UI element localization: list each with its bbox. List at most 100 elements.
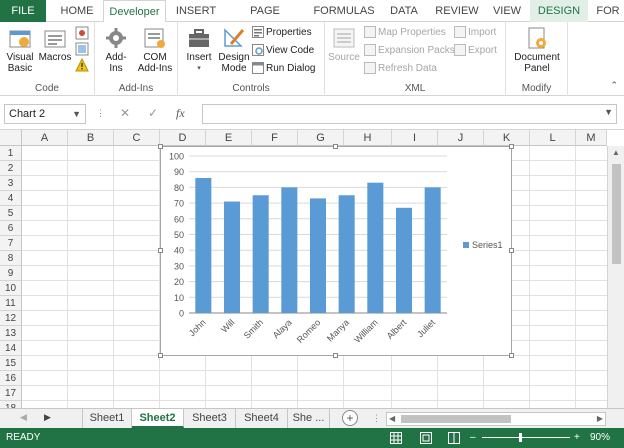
row-header-4[interactable]: 4 [0, 191, 22, 206]
column-header-a[interactable]: A [22, 130, 68, 146]
horizontal-scroll-thumb[interactable] [401, 415, 511, 423]
tab-format[interactable]: FOR [592, 0, 624, 22]
resize-handle[interactable] [158, 144, 163, 149]
enter-button[interactable]: ✓ [148, 106, 158, 120]
export-button[interactable]: Export [454, 44, 497, 58]
row-header-8[interactable]: 8 [0, 251, 22, 266]
row-header-5[interactable]: 5 [0, 206, 22, 221]
column-header-l[interactable]: L [530, 130, 576, 146]
tab-formulas[interactable]: FORMULAS [312, 0, 376, 22]
normal-view-icon[interactable] [390, 432, 402, 444]
visual-basic-button[interactable]: Visual Basic [3, 26, 37, 74]
column-header-j[interactable]: J [438, 130, 484, 146]
record-macro-icon[interactable] [75, 26, 89, 40]
resize-handle[interactable] [509, 248, 514, 253]
tab-view[interactable]: VIEW [488, 0, 526, 22]
tab-design[interactable]: DESIGN [530, 0, 588, 22]
insert-control-button[interactable]: Insert ▾ [181, 26, 217, 74]
formula-input[interactable]: ▼ [202, 104, 617, 124]
refresh-data-button[interactable]: Refresh Data [364, 62, 437, 76]
properties-button[interactable]: Properties [252, 26, 312, 40]
row-header-6[interactable]: 6 [0, 221, 22, 236]
sheet-tab-sheet4[interactable]: Sheet4 [236, 409, 288, 428]
chart-object[interactable]: 0 10 20 30 40 50 60 70 80 90 100 John Will Smith Alaya… [160, 146, 512, 356]
row-header-14[interactable]: 14 [0, 341, 22, 356]
tab-file[interactable]: FILE [0, 0, 46, 22]
zoom-slider[interactable] [482, 437, 570, 438]
expansion-packs-button[interactable]: Expansion Packs [364, 44, 455, 58]
column-header-f[interactable]: F [252, 130, 298, 146]
collapse-ribbon-icon[interactable]: ⌃ [610, 80, 618, 91]
sheet-tab-more[interactable]: She ... [288, 409, 330, 428]
sheet-tab-sheet3[interactable]: Sheet3 [184, 409, 236, 428]
column-header-b[interactable]: B [68, 130, 114, 146]
run-dialog-button[interactable]: Run Dialog [252, 62, 315, 76]
tab-home[interactable]: HOME [56, 0, 98, 22]
tab-page-layout[interactable]: PAGE LAYOUT [228, 0, 302, 39]
tab-insert[interactable]: INSERT [172, 0, 220, 22]
scroll-up-icon[interactable]: ▲ [612, 148, 620, 157]
row-header-15[interactable]: 15 [0, 356, 22, 371]
new-sheet-button[interactable]: + [342, 410, 358, 426]
column-header-d[interactable]: D [160, 130, 206, 146]
import-button[interactable]: Import [454, 26, 496, 40]
macros-button[interactable]: Macros [38, 26, 72, 63]
resize-handle[interactable] [158, 248, 163, 253]
column-header-m[interactable]: M [576, 130, 607, 146]
horizontal-scrollbar[interactable]: ◀ ▶ [386, 412, 606, 426]
row-header-11[interactable]: 11 [0, 296, 22, 311]
vertical-scroll-thumb[interactable] [612, 164, 621, 264]
tab-developer[interactable]: Developer [103, 0, 166, 23]
row-header-2[interactable]: 2 [0, 161, 22, 176]
view-code-button[interactable]: View Code [252, 44, 314, 58]
page-layout-view-icon[interactable] [420, 432, 432, 444]
map-properties-button[interactable]: Map Properties [364, 26, 446, 40]
resize-handle[interactable] [509, 353, 514, 358]
row-header-3[interactable]: 3 [0, 176, 22, 191]
row-header-7[interactable]: 7 [0, 236, 22, 251]
next-sheet-icon[interactable]: ▶ [44, 412, 51, 423]
resize-handle[interactable] [333, 353, 338, 358]
sheet-tab-sheet1[interactable]: Sheet1 [82, 409, 132, 428]
row-header-10[interactable]: 10 [0, 281, 22, 296]
row-header-1[interactable]: 1 [0, 146, 22, 161]
name-box[interactable]: Chart 2 ▼ [4, 104, 86, 124]
scroll-right-icon[interactable]: ▶ [597, 414, 603, 423]
source-button[interactable]: Source [326, 26, 362, 63]
column-header-i[interactable]: I [392, 130, 438, 146]
zoom-slider-thumb[interactable] [519, 433, 522, 442]
resize-handle[interactable] [333, 144, 338, 149]
row-header-17[interactable]: 17 [0, 386, 22, 401]
relative-references-icon[interactable] [75, 42, 89, 56]
sheet-tab-sheet2[interactable]: Sheet2 [132, 409, 184, 428]
addins-button[interactable]: Add-Ins [99, 26, 133, 74]
column-header-e[interactable]: E [206, 130, 252, 146]
column-header-c[interactable]: C [114, 130, 160, 146]
tab-review[interactable]: REVIEW [432, 0, 482, 22]
page-break-view-icon[interactable] [448, 432, 460, 444]
macro-security-icon[interactable] [75, 58, 89, 72]
row-header-13[interactable]: 13 [0, 326, 22, 341]
vertical-scrollbar[interactable]: ▲ [607, 146, 624, 408]
row-header-12[interactable]: 12 [0, 311, 22, 326]
resize-handle[interactable] [509, 144, 514, 149]
zoom-out-button[interactable]: – [470, 428, 476, 448]
zoom-in-button[interactable]: + [574, 428, 580, 448]
column-header-k[interactable]: K [484, 130, 530, 146]
column-header-h[interactable]: H [344, 130, 392, 146]
row-header-9[interactable]: 9 [0, 266, 22, 281]
splitter-icon[interactable]: ⋮ [372, 413, 381, 424]
select-all-corner[interactable] [0, 130, 22, 146]
com-addins-button[interactable]: COM Add-Ins [135, 26, 175, 74]
scroll-left-icon[interactable]: ◀ [389, 414, 395, 423]
cancel-button[interactable]: ✕ [120, 106, 130, 120]
resize-handle[interactable] [158, 353, 163, 358]
tab-data[interactable]: DATA [384, 0, 424, 22]
prev-sheet-icon[interactable]: ◀ [20, 412, 27, 423]
row-header-16[interactable]: 16 [0, 371, 22, 386]
zoom-level[interactable]: 90% [590, 428, 610, 448]
design-mode-button[interactable]: Design Mode [216, 26, 252, 74]
insert-function-button[interactable]: fx [176, 106, 185, 121]
row-header-18[interactable]: 18 [0, 401, 22, 408]
document-panel-button[interactable]: Document Panel [509, 26, 565, 74]
